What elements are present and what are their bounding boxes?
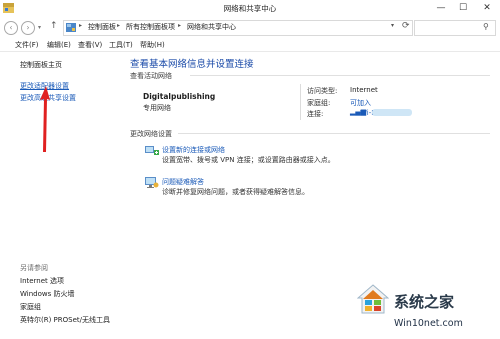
menu-bar [0, 38, 500, 52]
window-title: 网络和共享中心 [223, 4, 277, 13]
breadcrumb-network-center[interactable]: 网络和共享中心 [187, 22, 236, 32]
minimize-button[interactable]: — [430, 0, 452, 16]
access-type-label: 访问类型: [307, 87, 338, 95]
connection-label: 连接: [307, 110, 324, 118]
close-button[interactable]: ✕ [474, 0, 500, 16]
change-network-settings-label: 更改网络设置 [130, 130, 172, 138]
breadcrumb-separator: ▸ [117, 22, 121, 29]
breadcrumb-separator: ▸ [178, 22, 182, 29]
red-annotation-arrow [40, 86, 50, 152]
section-divider [178, 133, 490, 134]
site-logo-icon [357, 284, 389, 314]
search-icon[interactable]: ⚲ [483, 22, 489, 31]
new-connection-icon [145, 146, 159, 155]
section-divider [190, 75, 490, 76]
windows-firewall-link[interactable]: Windows 防火墙 [20, 289, 74, 299]
internet-options-link[interactable]: Internet 选项 [20, 276, 64, 286]
troubleshoot-icon [145, 177, 159, 188]
homegroup-join-link[interactable]: 可加入 [350, 98, 371, 108]
setup-new-connection-link[interactable]: 设置新的连接或网络 [162, 145, 225, 155]
troubleshoot-problems-link[interactable]: 问题疑难解答 [162, 177, 204, 187]
address-dropdown[interactable]: ▾ [391, 22, 394, 29]
breadcrumb-all-items[interactable]: 所有控制面板项 [126, 22, 175, 32]
menu-file[interactable]: 文件(F) [15, 40, 39, 50]
setup-new-connection-description: 设置宽带、拨号或 VPN 连接；或设置路由器或接入点。 [162, 156, 335, 164]
control-panel-home-link[interactable]: 控制面板主页 [20, 60, 62, 70]
control-panel-icon [66, 23, 76, 32]
menu-edit[interactable]: 编辑(E) [47, 40, 71, 50]
menu-view[interactable]: 查看(V) [78, 40, 102, 50]
breadcrumb-control-panel[interactable]: 控制面板 [88, 22, 116, 32]
maximize-button[interactable]: ☐ [452, 0, 474, 16]
menu-tools[interactable]: 工具(T) [109, 40, 133, 50]
homegroup-label: 家庭组: [307, 99, 331, 107]
page-heading: 查看基本网络信息并设置连接 [130, 59, 254, 70]
watermark-url: Win10net.com [394, 318, 463, 329]
forward-button[interactable]: › [21, 21, 35, 35]
breadcrumb-separator: ▸ [79, 22, 83, 29]
watermark-site-name: 系统之家 [394, 293, 455, 311]
menu-help[interactable]: 帮助(H) [140, 40, 165, 50]
network-name: Digitalpublishing [143, 92, 216, 101]
intel-proset-link[interactable]: 英特尔(R) PROSet/无线工具 [20, 315, 110, 325]
see-also-heading: 另请参阅 [20, 264, 48, 272]
redacted-ssid [372, 109, 412, 116]
homegroup-link[interactable]: 家庭组 [20, 302, 41, 312]
refresh-button[interactable]: ⟳ [402, 21, 410, 31]
network-info-divider [300, 84, 301, 120]
back-button[interactable]: ‹ [4, 21, 18, 35]
up-button[interactable]: ↑ [50, 21, 58, 31]
access-type-value: Internet [350, 86, 378, 94]
network-type[interactable]: 专用网络 [143, 103, 171, 113]
troubleshoot-description: 诊断并修复网络问题，或者获得疑难解答信息。 [162, 188, 309, 196]
recent-locations-dropdown[interactable]: ▾ [38, 24, 41, 31]
active-networks-label: 查看活动网络 [130, 72, 172, 80]
